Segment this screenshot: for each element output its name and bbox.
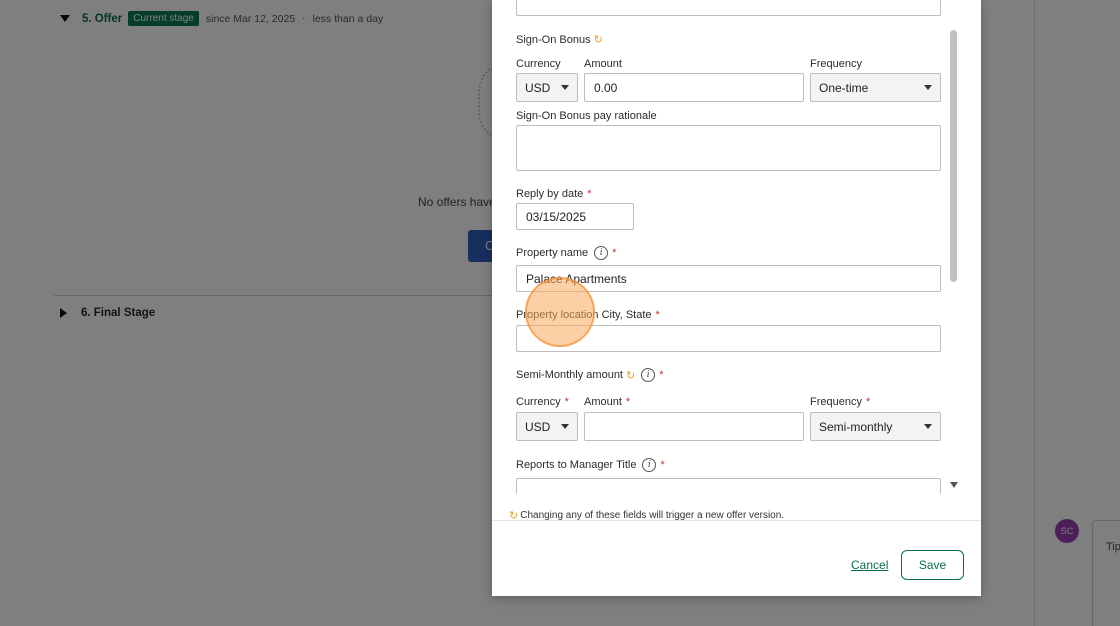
info-icon[interactable]: i	[642, 458, 657, 472]
required-mark: *	[655, 309, 660, 321]
scrollbar-thumb[interactable]	[950, 30, 957, 282]
semi-monthly-currency-value: USD	[525, 419, 551, 434]
semi-monthly-amount-label: Amount *	[584, 396, 630, 408]
offer-modal: Sign-On Bonus ↻ Currency Amount Frequenc…	[492, 0, 981, 596]
semi-monthly-frequency-value: Semi-monthly	[819, 419, 893, 434]
semi-monthly-currency-label-text: Currency	[516, 396, 561, 408]
property-name-input[interactable]: Palace Apartments	[516, 265, 941, 292]
semi-monthly-frequency-label-text: Frequency	[810, 396, 862, 408]
reports-to-label-text: Reports to Manager Title	[516, 459, 637, 471]
chevron-down-icon	[561, 424, 569, 429]
sign-on-amount-label: Amount	[584, 58, 622, 70]
property-location-input[interactable]	[516, 325, 941, 352]
scroll-down-arrow-icon[interactable]	[950, 482, 958, 488]
reports-to-label: Reports to Manager Title i *	[516, 458, 665, 472]
sign-on-currency-label: Currency	[516, 58, 561, 70]
sign-on-amount-input[interactable]: 0.00	[584, 73, 804, 102]
property-name-label-text: Property name	[516, 247, 589, 259]
required-mark: *	[659, 369, 664, 381]
previous-field-input[interactable]	[516, 0, 941, 16]
required-mark: *	[660, 459, 665, 471]
required-mark: *	[625, 396, 631, 408]
footer-divider	[492, 520, 981, 521]
save-button[interactable]: Save	[901, 550, 964, 580]
semi-monthly-label: Semi-Monthly amount ↻ i *	[516, 368, 664, 382]
reply-by-label-text: Reply by date	[516, 188, 584, 200]
property-location-label: Property location City, State *	[516, 309, 660, 321]
modal-scroll-area[interactable]: Sign-On Bonus ↻ Currency Amount Frequenc…	[492, 0, 958, 494]
sign-on-currency-select[interactable]: USD	[516, 73, 578, 102]
semi-monthly-currency-select[interactable]: USD	[516, 412, 578, 441]
sync-icon: ↻	[626, 369, 636, 382]
chevron-down-icon	[924, 424, 932, 429]
sign-on-bonus-label-text: Sign-On Bonus	[516, 33, 591, 46]
semi-monthly-amount-label-text: Amount	[584, 396, 622, 408]
cancel-button[interactable]: Cancel	[851, 558, 888, 572]
property-name-label: Property name i *	[516, 246, 616, 260]
semi-monthly-currency-label: Currency *	[516, 396, 569, 408]
required-mark: *	[587, 188, 592, 200]
reply-by-date-input[interactable]: 03/15/2025	[516, 203, 634, 230]
chevron-down-icon	[924, 85, 932, 90]
required-mark: *	[612, 247, 617, 259]
sign-on-frequency-value: One-time	[819, 80, 869, 95]
rationale-label: Sign-On Bonus pay rationale	[516, 110, 657, 122]
sign-on-frequency-select[interactable]: One-time	[810, 73, 941, 102]
reports-to-input[interactable]	[516, 478, 941, 494]
sign-on-frequency-label: Frequency	[810, 58, 862, 70]
semi-monthly-frequency-select[interactable]: Semi-monthly	[810, 412, 941, 441]
chevron-down-icon	[561, 85, 569, 90]
property-location-label-text: Property location City, State	[516, 309, 652, 321]
semi-monthly-label-text: Semi-Monthly amount	[516, 369, 623, 381]
required-mark: *	[865, 396, 871, 408]
semi-monthly-amount-input[interactable]	[584, 412, 804, 441]
info-icon[interactable]: i	[641, 368, 656, 382]
sign-on-bonus-label: Sign-On Bonus ↻	[516, 33, 603, 47]
sign-on-currency-value: USD	[525, 80, 551, 95]
required-mark: *	[564, 396, 569, 408]
reply-by-label: Reply by date *	[516, 188, 592, 200]
sync-icon: ↻	[593, 34, 603, 46]
semi-monthly-frequency-label: Frequency *	[810, 396, 870, 408]
info-icon[interactable]: i	[594, 246, 609, 260]
rationale-textarea[interactable]	[516, 125, 941, 171]
